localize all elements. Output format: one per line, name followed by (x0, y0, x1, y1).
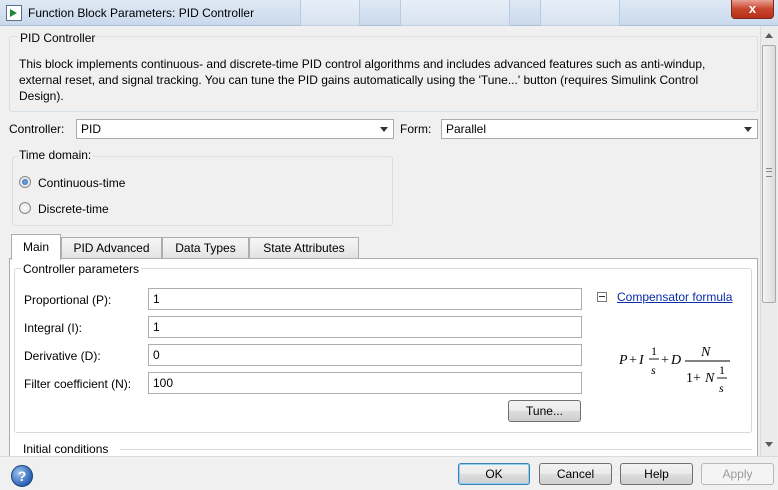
cancel-button[interactable]: Cancel (539, 463, 612, 485)
scroll-up-icon[interactable] (763, 29, 776, 43)
formula-n-denominator: N (704, 371, 715, 386)
tab-label: Main (22, 240, 49, 254)
form-label: Form: (400, 122, 432, 136)
tab-main[interactable]: Main (11, 234, 61, 260)
apply-button[interactable]: Apply (701, 463, 774, 485)
tab-pid-advanced[interactable]: PID Advanced (61, 237, 162, 259)
tune-button[interactable]: Tune... (508, 400, 581, 422)
proportional-field[interactable]: 1 (148, 288, 582, 310)
derivative-value: 0 (153, 348, 160, 362)
derivative-label: Derivative (D): (24, 349, 101, 363)
form-value: Parallel (446, 122, 487, 136)
derivative-field[interactable]: 0 (148, 344, 582, 366)
tab-state-attributes[interactable]: State Attributes (249, 237, 359, 259)
vertical-scrollbar[interactable] (760, 26, 777, 456)
formula-s: s (719, 381, 724, 395)
tab-label: Data Types (175, 241, 236, 255)
scroll-down-icon[interactable] (763, 438, 776, 452)
background-window-fragment (540, 0, 620, 26)
scroll-thumb[interactable] (762, 45, 776, 303)
description-group-title: PID Controller (18, 31, 98, 45)
formula-plus: + (629, 353, 637, 368)
radio-label[interactable]: Discrete-time (38, 202, 109, 216)
block-description: This block implements continuous- and di… (19, 57, 706, 103)
proportional-value: 1 (153, 292, 160, 306)
integral-value: 1 (153, 320, 160, 334)
divider (120, 449, 752, 450)
formula-i: I (638, 353, 645, 368)
window-title: Function Block Parameters: PID Controlle… (28, 6, 255, 20)
proportional-label: Proportional (P): (24, 293, 112, 307)
ok-button[interactable]: OK (458, 463, 530, 485)
time-domain-title: Time domain: (17, 148, 94, 162)
close-icon: x (748, 1, 757, 16)
controller-value: PID (81, 122, 102, 136)
help-icon[interactable]: ? (11, 465, 33, 487)
radio-unselected-icon[interactable] (19, 202, 31, 214)
radio-selected-icon[interactable] (19, 176, 31, 188)
integral-field[interactable]: 1 (148, 316, 582, 338)
close-button[interactable]: x (731, 0, 774, 19)
chevron-down-icon (744, 127, 752, 132)
formula-p: P (618, 353, 628, 368)
formula-n-numerator: N (700, 345, 711, 360)
simulink-block-icon (6, 5, 22, 21)
background-window-fragment (300, 0, 360, 26)
tab-label: PID Advanced (73, 241, 150, 255)
controller-parameters-title: Controller parameters (21, 262, 142, 276)
tab-data-types[interactable]: Data Types (162, 237, 249, 259)
controller-label: Controller: (9, 122, 65, 136)
filter-coefficient-field[interactable]: 100 (148, 372, 582, 394)
radio-label[interactable]: Continuous-time (38, 176, 125, 190)
compensator-formula-link[interactable]: Compensator formula (617, 290, 732, 304)
filter-coefficient-value: 100 (153, 376, 174, 390)
help-button[interactable]: Help (620, 463, 693, 485)
initial-conditions-title[interactable]: Initial conditions (21, 442, 111, 456)
title-bar[interactable]: Function Block Parameters: PID Controlle… (0, 0, 778, 26)
formula-s: s (651, 363, 656, 377)
collapse-minus-icon[interactable] (597, 292, 607, 302)
integral-label: Integral (I): (24, 321, 83, 335)
formula-plus: + (661, 353, 669, 368)
controller-dropdown[interactable]: PID (76, 119, 394, 139)
formula-one: 1 (719, 363, 725, 377)
formula-d: D (670, 353, 681, 368)
filter-coefficient-label: Filter coefficient (N): (24, 377, 132, 391)
compensator-formula: P + I 1 s + D N 1+ N 1 s (618, 344, 730, 395)
form-dropdown[interactable]: Parallel (441, 119, 758, 139)
background-window-fragment (400, 0, 510, 26)
formula-one: 1 (651, 344, 657, 358)
tab-label: State Attributes (263, 241, 345, 255)
formula-one-plus: 1+ (686, 371, 701, 386)
chevron-down-icon (380, 127, 388, 132)
